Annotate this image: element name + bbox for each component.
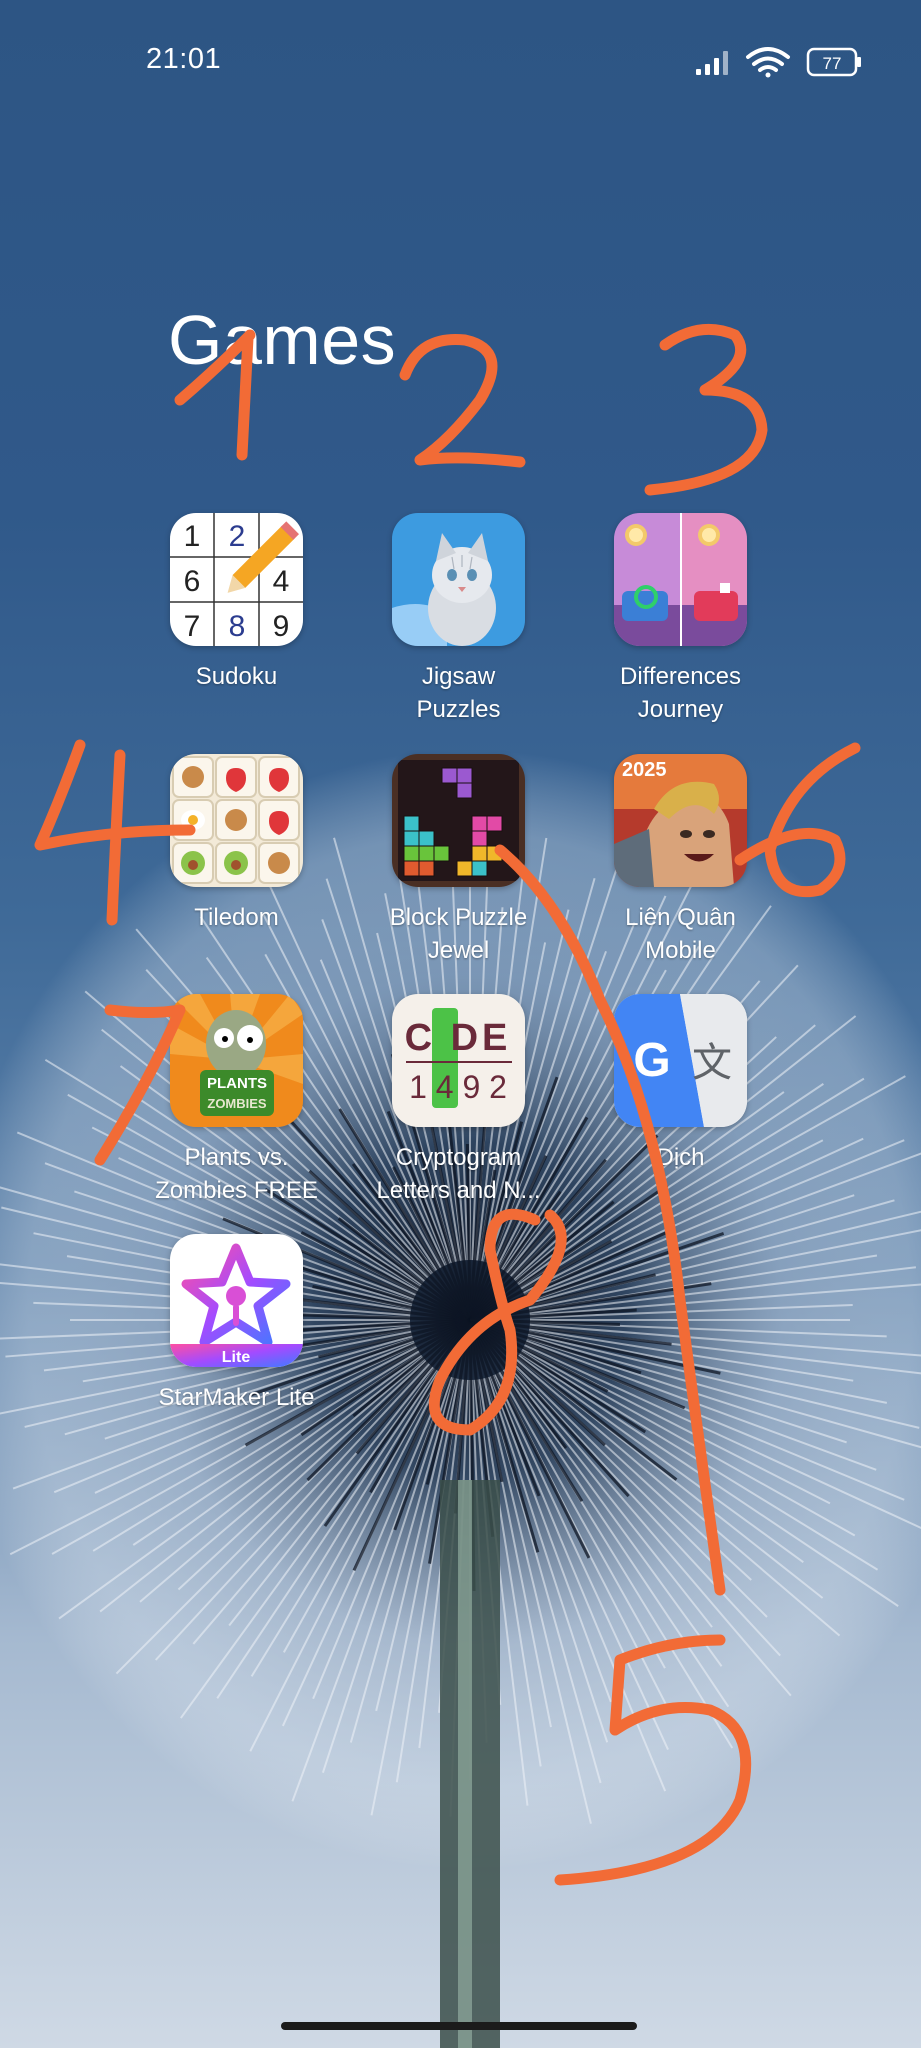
app-label: Jigsaw Puzzles: [416, 663, 501, 723]
app-label: StarMaker Lite: [158, 1384, 315, 1411]
app-differences-journey[interactable]: Differences Journey: [570, 513, 791, 726]
svg-text:2025: 2025: [622, 759, 667, 781]
svg-text:文: 文: [692, 1040, 732, 1086]
app-plants-vs-zombies[interactable]: PLANTS ZOMBIES Plants vs. Zombies FREE: [126, 994, 347, 1207]
tiledom-tiles-icon: [170, 754, 303, 887]
svg-text:G: G: [633, 1034, 670, 1087]
wifi-icon: [746, 47, 790, 78]
app-label: Tiledom: [194, 904, 279, 931]
svg-text:PLANTS: PLANTS: [207, 1075, 267, 1092]
svg-text:6: 6: [184, 565, 201, 598]
app-label: Liên Quân Mobile: [625, 904, 736, 964]
svg-text:1 4 9 2: 1 4 9 2: [409, 1069, 507, 1105]
home-indicator[interactable]: [281, 2022, 637, 2030]
status-icons: 77: [696, 45, 866, 79]
folder-title: Games: [168, 301, 397, 379]
svg-text:9: 9: [273, 610, 290, 643]
sudoku-icon: 1 2 6 4 7 8 9: [170, 513, 303, 646]
app-tiledom[interactable]: Tiledom: [126, 754, 347, 934]
starmaker-star-icon: Lite: [170, 1234, 303, 1367]
jewel-blocks-icon: [392, 754, 525, 887]
app-label: Dịch: [656, 1144, 705, 1171]
svg-text:2: 2: [229, 520, 246, 553]
svg-text:C DE: C DE: [405, 1017, 512, 1059]
differences-room-icon: [614, 513, 747, 646]
app-sudoku[interactable]: 1 2 6 4 7 8 9 Sudoku: [126, 513, 347, 693]
svg-text:7: 7: [184, 610, 201, 643]
app-label: Cryptogram Letters and N...: [376, 1144, 541, 1204]
svg-text:4: 4: [273, 565, 290, 598]
status-time: 21:01: [146, 43, 222, 75]
svg-text:1: 1: [184, 520, 201, 553]
app-label: Sudoku: [195, 663, 278, 690]
app-label: Block Puzzle Jewel: [389, 904, 528, 964]
app-label: Plants vs. Zombies FREE: [155, 1144, 318, 1204]
app-jigsaw-puzzles[interactable]: Jigsaw Puzzles: [348, 513, 569, 726]
cryptogram-code-icon: C DE 1 4 9 2: [392, 994, 525, 1127]
app-cryptogram[interactable]: C DE 1 4 9 2 Cryptogram Letters and N...: [348, 994, 569, 1207]
battery-level: 77: [823, 54, 842, 73]
app-lien-quan-mobile[interactable]: 2025 Liên Quân Mobile: [570, 754, 791, 967]
battery-icon: 77: [806, 47, 861, 77]
translate-icon: G 文: [614, 994, 747, 1127]
svg-text:Lite: Lite: [222, 1349, 251, 1366]
app-dich-translate[interactable]: G 文 Dịch: [570, 994, 791, 1174]
lien-quan-hero-icon: 2025: [614, 754, 747, 887]
zombie-icon: PLANTS ZOMBIES: [170, 994, 303, 1127]
jigsaw-cat-icon: [392, 513, 525, 646]
app-starmaker-lite[interactable]: Lite StarMaker Lite: [126, 1234, 347, 1414]
app-block-puzzle-jewel[interactable]: Block Puzzle Jewel: [348, 754, 569, 967]
svg-text:8: 8: [229, 610, 246, 643]
status-bar: 21:01 77: [0, 0, 921, 110]
svg-text:ZOMBIES: ZOMBIES: [207, 1096, 267, 1111]
signal-icon: [696, 51, 728, 75]
app-label: Differences Journey: [620, 663, 741, 723]
